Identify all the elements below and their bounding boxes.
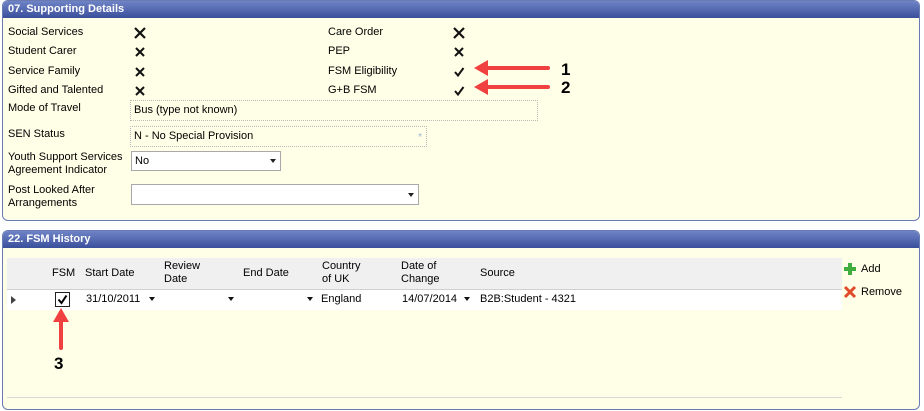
pep-checkbox[interactable] <box>452 45 466 59</box>
annotation-label-2: 2 <box>561 78 571 97</box>
sen-status-value: N - No Special Provision <box>134 130 254 142</box>
fsm-row-checkbox[interactable] <box>55 292 70 307</box>
chevron-down-icon <box>270 159 276 163</box>
chevron-down-icon[interactable] <box>307 297 313 301</box>
header-date-of-change[interactable]: Date of Change <box>401 260 440 286</box>
annotation-label-3: 3 <box>54 354 64 373</box>
header-source[interactable]: Source <box>480 267 515 280</box>
check-mark-icon <box>57 294 68 305</box>
pep-label: PEP <box>328 45 351 57</box>
annotation-arrow-2 <box>474 79 550 95</box>
post-looked-after-select[interactable] <box>131 184 419 205</box>
gifted-talented-checkbox[interactable] <box>133 84 147 98</box>
social-services-label: Social Services <box>8 26 84 38</box>
post-looked-after-label-line2: Arrangements <box>8 197 78 209</box>
check-mark-icon <box>454 86 465 97</box>
x-mark-icon <box>134 27 146 39</box>
service-family-label: Service Family <box>8 65 81 77</box>
header-review-date-line1: Review <box>164 260 201 272</box>
sen-status-label: SEN Status <box>8 128 65 140</box>
start-date-cell[interactable]: 31/10/2011 <box>86 293 140 305</box>
mode-of-travel-field[interactable]: Bus (type not known) <box>130 100 538 121</box>
chevron-down-icon <box>408 192 414 197</box>
chevron-down-icon[interactable] <box>228 297 234 301</box>
service-family-checkbox[interactable] <box>133 65 147 79</box>
add-button[interactable]: Add <box>843 262 881 276</box>
source-cell[interactable]: B2B:Student - 4321 <box>480 293 576 305</box>
header-country[interactable]: Country of UK <box>322 260 361 286</box>
country-cell[interactable]: England <box>321 293 361 305</box>
fsm-eligibility-label: FSM Eligibility <box>328 65 398 77</box>
date-of-change-cell[interactable]: 14/07/2014 <box>402 293 457 305</box>
row-selector-icon[interactable] <box>11 296 16 304</box>
remove-x-icon <box>843 285 857 299</box>
youth-support-value: No <box>135 155 150 167</box>
youth-support-label: Youth Support Services Agreement Indicat… <box>8 151 123 177</box>
header-review-date[interactable]: Review Date <box>164 260 200 286</box>
remove-label: Remove <box>861 285 902 298</box>
student-carer-checkbox[interactable] <box>133 45 147 59</box>
x-mark-icon <box>135 47 145 57</box>
header-date-of-change-line1: Date of <box>401 260 437 272</box>
header-fsm[interactable]: FSM <box>52 267 75 280</box>
sen-status-field[interactable]: N - No Special Provision * <box>130 126 427 147</box>
header-review-date-line2: Date <box>164 273 188 285</box>
annotation-label-1: 1 <box>561 60 571 79</box>
add-label: Add <box>861 262 881 275</box>
remove-button[interactable]: Remove <box>843 285 902 299</box>
mode-of-travel-label: Mode of Travel <box>8 102 81 114</box>
chevron-down-icon[interactable] <box>464 297 470 301</box>
x-mark-icon <box>454 47 464 57</box>
post-looked-after-label-line1: Post Looked After <box>8 184 95 196</box>
youth-support-label-line2: Agreement Indicator <box>8 164 108 176</box>
post-looked-after-label: Post Looked After Arrangements <box>8 184 95 210</box>
required-star-icon: * <box>418 132 422 143</box>
table-row[interactable]: 31/10/2011 England 14/07/2014 B2B:Studen… <box>7 290 842 310</box>
fsm-eligibility-checkbox[interactable] <box>452 65 466 79</box>
grid-header: FSM Start Date Review Date End Date Coun… <box>7 258 842 290</box>
annotation-arrow-1 <box>474 60 550 76</box>
header-start-date[interactable]: Start Date <box>85 267 135 280</box>
fsm-history-grid: FSM Start Date Review Date End Date Coun… <box>7 258 842 409</box>
fsm-history-title: 22. FSM History <box>3 231 919 248</box>
header-country-line2: of UK <box>322 273 350 285</box>
header-date-of-change-line2: Change <box>401 273 440 285</box>
gb-fsm-checkbox[interactable] <box>452 84 466 98</box>
annotation-arrows <box>474 60 550 95</box>
student-carer-label: Student Carer <box>8 45 77 57</box>
gifted-talented-label: Gifted and Talented <box>8 84 104 96</box>
gb-fsm-label: G+B FSM <box>328 84 377 96</box>
chevron-down-icon[interactable] <box>149 297 155 301</box>
supporting-details-title: 07. Supporting Details <box>3 1 919 18</box>
check-mark-icon <box>454 67 465 78</box>
youth-support-select[interactable]: No <box>131 151 281 171</box>
x-mark-icon <box>135 67 145 77</box>
x-mark-icon <box>135 86 145 96</box>
grid-bottom-divider <box>7 397 842 398</box>
youth-support-label-line1: Youth Support Services <box>8 151 123 163</box>
fsm-history-panel: 22. FSM History FSM Start Date Review Da… <box>2 230 920 410</box>
annotation-arrow-3 <box>53 308 69 350</box>
header-end-date[interactable]: End Date <box>243 267 289 280</box>
care-order-label: Care Order <box>328 26 384 38</box>
plus-icon <box>844 263 856 275</box>
header-country-line1: Country <box>322 260 361 272</box>
x-mark-icon <box>453 27 465 39</box>
social-services-checkbox[interactable] <box>133 26 147 40</box>
care-order-checkbox[interactable] <box>452 26 466 40</box>
